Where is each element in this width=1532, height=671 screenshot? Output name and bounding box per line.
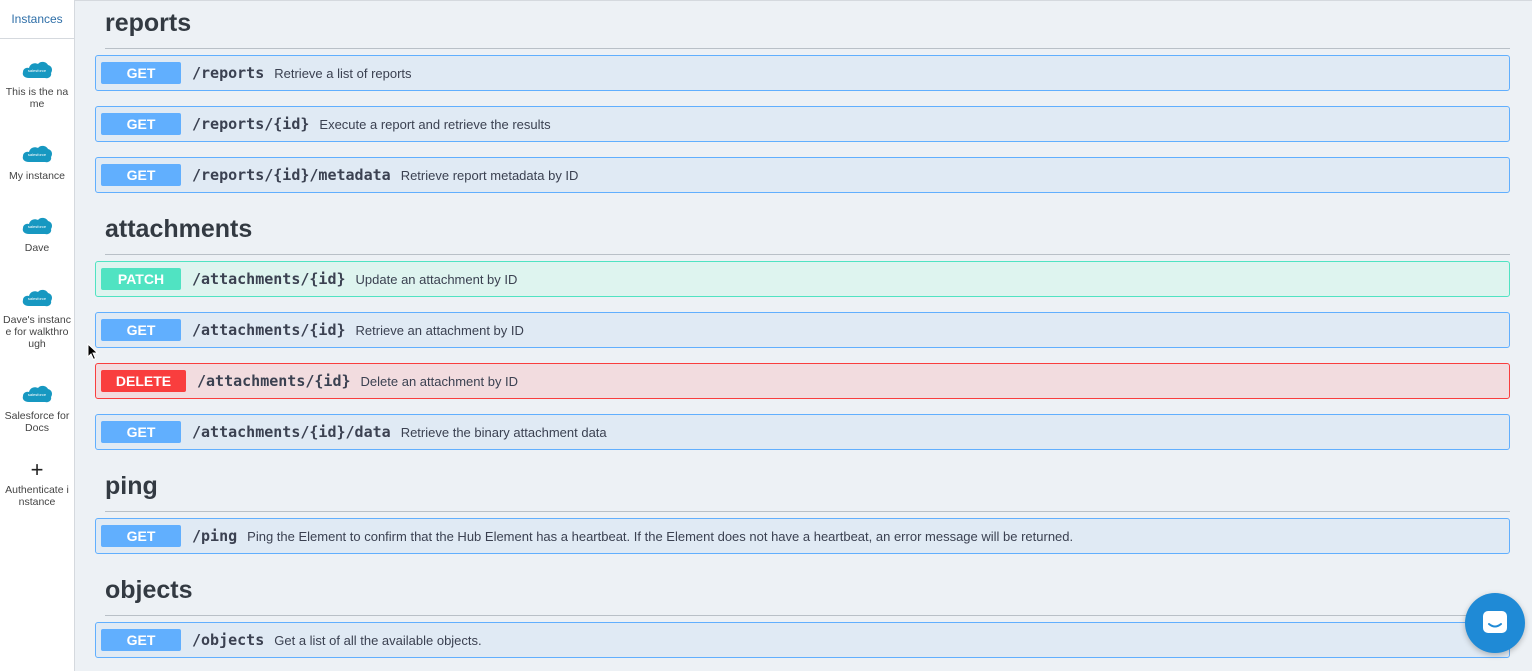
operation-get-attachment[interactable]: GET /attachments/{id} Retrieve an attach… — [95, 312, 1510, 348]
operation-path: /attachments/{id}/data — [192, 423, 391, 441]
instance-item[interactable]: salesforce This is the name — [0, 58, 74, 110]
operation-description: Get a list of all the available objects. — [274, 632, 482, 648]
section-divider — [105, 511, 1510, 512]
operation-description: Execute a report and retrieve the result… — [319, 116, 551, 132]
authenticate-instance-button[interactable]: + Authenticate instance — [0, 457, 74, 509]
operation-get-objects[interactable]: GET /objects Get a list of all the avail… — [95, 622, 1510, 658]
chat-launcher-button[interactable] — [1465, 593, 1525, 653]
section-title-attachments[interactable]: attachments — [105, 215, 252, 244]
mouse-cursor-icon — [87, 343, 99, 361]
section-divider — [105, 615, 1510, 616]
instance-item[interactable]: salesforce Dave's instance for walkthrou… — [0, 286, 74, 350]
operation-get-ping[interactable]: GET /ping Ping the Element to confirm th… — [95, 518, 1510, 554]
method-badge: GET — [101, 62, 181, 84]
operation-delete-attachment[interactable]: DELETE /attachments/{id} Delete an attac… — [95, 363, 1510, 399]
section-divider — [105, 254, 1510, 255]
instance-item[interactable]: salesforce Salesforce for Docs — [0, 382, 74, 434]
svg-text:salesforce: salesforce — [28, 68, 47, 73]
instance-label: Dave's instance for walkthrough — [3, 314, 71, 350]
salesforce-cloud-icon: salesforce — [22, 145, 52, 163]
operation-description: Delete an attachment by ID — [360, 373, 519, 389]
method-badge: GET — [101, 525, 181, 547]
chat-icon — [1483, 611, 1507, 633]
operation-patch-attachment[interactable]: PATCH /attachments/{id} Update an attach… — [95, 261, 1510, 297]
method-badge: GET — [101, 113, 181, 135]
section-title-ping[interactable]: ping — [105, 472, 158, 501]
svg-text:salesforce: salesforce — [28, 392, 47, 397]
operation-get-reports[interactable]: GET /reports Retrieve a list of reports — [95, 55, 1510, 91]
section-title-objects[interactable]: objects — [105, 576, 193, 605]
operation-get-attachment-data[interactable]: GET /attachments/{id}/data Retrieve the … — [95, 414, 1510, 450]
operation-path: /attachments/{id} — [197, 372, 351, 390]
operation-description: Retrieve an attachment by ID — [355, 322, 524, 338]
instance-item[interactable]: salesforce My instance — [0, 142, 74, 182]
operation-path: /objects — [192, 631, 265, 649]
plus-icon: + — [30, 457, 44, 482]
instance-label: Salesforce for Docs — [4, 410, 70, 434]
operation-path: /ping — [192, 527, 238, 545]
operation-path: /attachments/{id} — [192, 321, 346, 339]
authenticate-instance-label: Authenticate instance — [5, 484, 69, 508]
operation-path: /reports/{id} — [192, 115, 310, 133]
operation-path: /attachments/{id} — [192, 270, 346, 288]
api-docs-panel: reports GET /reports Retrieve a list of … — [75, 0, 1532, 671]
instance-label: Dave — [24, 242, 50, 254]
operation-path: /reports — [192, 64, 265, 82]
method-badge: GET — [101, 629, 181, 651]
operation-description: Ping the Element to confirm that the Hub… — [247, 528, 1074, 544]
instance-label: This is the name — [5, 86, 69, 110]
method-badge: DELETE — [101, 370, 186, 392]
svg-text:salesforce: salesforce — [28, 152, 47, 157]
salesforce-cloud-icon: salesforce — [22, 217, 52, 235]
operation-description: Retrieve a list of reports — [274, 65, 412, 81]
salesforce-cloud-icon: salesforce — [22, 289, 52, 307]
method-badge: GET — [101, 421, 181, 443]
method-badge: GET — [101, 319, 181, 341]
operation-get-report-by-id[interactable]: GET /reports/{id} Execute a report and r… — [95, 106, 1510, 142]
instances-sidebar: Instances salesforce This is the name sa… — [0, 0, 75, 671]
sidebar-title[interactable]: Instances — [0, 0, 74, 39]
operation-path: /reports/{id}/metadata — [192, 166, 391, 184]
section-divider — [105, 48, 1510, 49]
instance-label: My instance — [8, 170, 66, 182]
method-badge: PATCH — [101, 268, 181, 290]
svg-text:salesforce: salesforce — [28, 296, 47, 301]
section-title-reports[interactable]: reports — [105, 9, 191, 38]
salesforce-cloud-icon: salesforce — [22, 61, 52, 79]
instance-item[interactable]: salesforce Dave — [0, 214, 74, 254]
operation-description: Retrieve the binary attachment data — [400, 424, 607, 440]
salesforce-cloud-icon: salesforce — [22, 385, 52, 403]
method-badge: GET — [101, 164, 181, 186]
svg-text:salesforce: salesforce — [28, 224, 47, 229]
operation-get-report-metadata[interactable]: GET /reports/{id}/metadata Retrieve repo… — [95, 157, 1510, 193]
operation-description: Retrieve report metadata by ID — [400, 167, 579, 183]
operation-description: Update an attachment by ID — [355, 271, 518, 287]
